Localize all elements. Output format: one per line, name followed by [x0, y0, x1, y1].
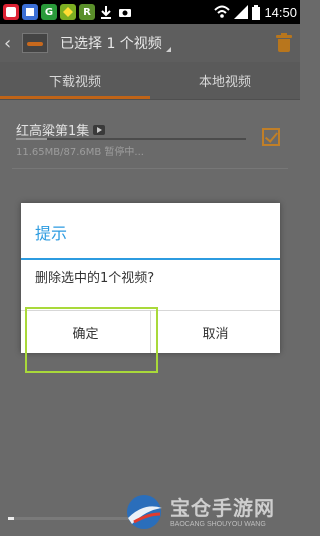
tab-bar: 下载视频 本地视频	[0, 62, 300, 99]
download-progress-fill	[16, 138, 47, 140]
tab-local-videos[interactable]: 本地视频	[150, 62, 300, 99]
back-chevron-icon[interactable]: ‹	[4, 33, 16, 54]
download-status: 11.65MB/87.6MB 暂停中...	[16, 147, 144, 158]
watermark-logo-icon	[127, 495, 162, 529]
divider	[0, 99, 300, 100]
battery-icon	[252, 4, 261, 20]
watermark-text: 宝仓手游网	[170, 496, 275, 520]
app-logo[interactable]	[22, 33, 48, 53]
camera-icon	[117, 4, 133, 20]
app-icon-1	[3, 4, 19, 20]
play-icon	[93, 124, 106, 135]
watermark-subtext: BAOCANG SHOUYOU WANG	[170, 521, 266, 528]
status-bar: G R 14:50	[0, 0, 300, 24]
app-icon-4	[60, 4, 76, 20]
wifi-icon	[214, 5, 231, 18]
download-icon	[98, 4, 114, 20]
divider	[12, 168, 288, 169]
bottom-progress-fill	[8, 517, 14, 520]
signal-icon	[234, 5, 249, 19]
confirm-button[interactable]: 确定	[21, 311, 150, 353]
dropdown-indicator-icon[interactable]	[165, 46, 171, 52]
list-item[interactable]: 红高粱第1集 11.65MB/87.6MB 暂停中...	[0, 112, 300, 167]
app-icon-2	[22, 4, 38, 20]
tab-downloaded-videos[interactable]: 下载视频	[0, 62, 150, 99]
app-icon-3: G	[41, 4, 57, 20]
r-icon: R	[79, 4, 95, 20]
video-title: 红高粱第1集	[16, 124, 90, 139]
selection-title: 已选择 1 个视频	[60, 36, 162, 52]
action-bar: ‹ 已选择 1 个视频	[0, 24, 300, 62]
dialog-title: 提示	[35, 224, 68, 243]
delete-confirm-dialog: 提示 删除选中的1个视频? 确定 取消	[21, 203, 280, 353]
trash-icon[interactable]	[276, 33, 292, 53]
dialog-title-divider	[21, 258, 280, 260]
select-checkbox[interactable]	[262, 128, 280, 146]
cancel-button[interactable]: 取消	[151, 311, 280, 353]
dialog-message: 删除选中的1个视频?	[35, 271, 155, 286]
download-progress-bar	[16, 138, 246, 140]
clock: 14:50	[264, 4, 297, 20]
